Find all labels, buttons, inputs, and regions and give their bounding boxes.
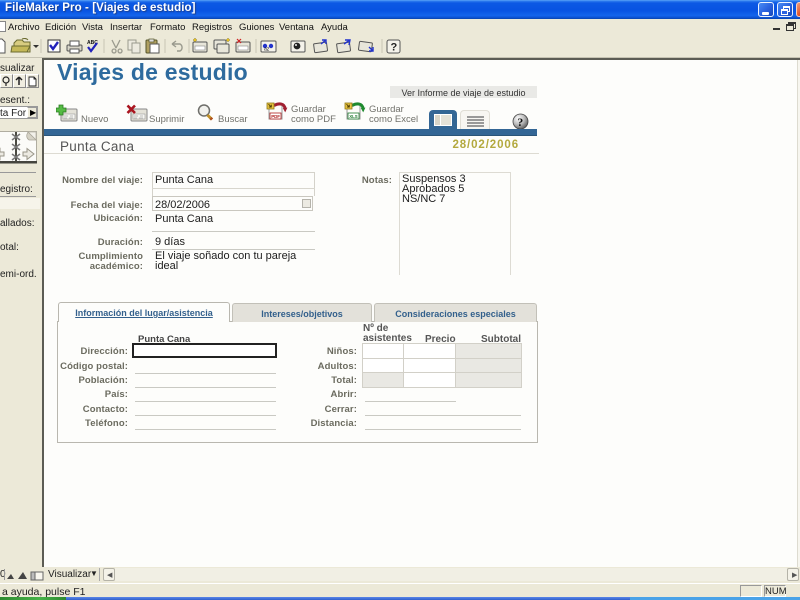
svg-text:?: ? xyxy=(391,42,398,54)
svg-text:az: az xyxy=(264,47,270,53)
svg-text:PDF: PDF xyxy=(271,114,280,119)
svg-text:?: ? xyxy=(517,115,523,129)
svg-text:XLS: XLS xyxy=(349,114,358,119)
